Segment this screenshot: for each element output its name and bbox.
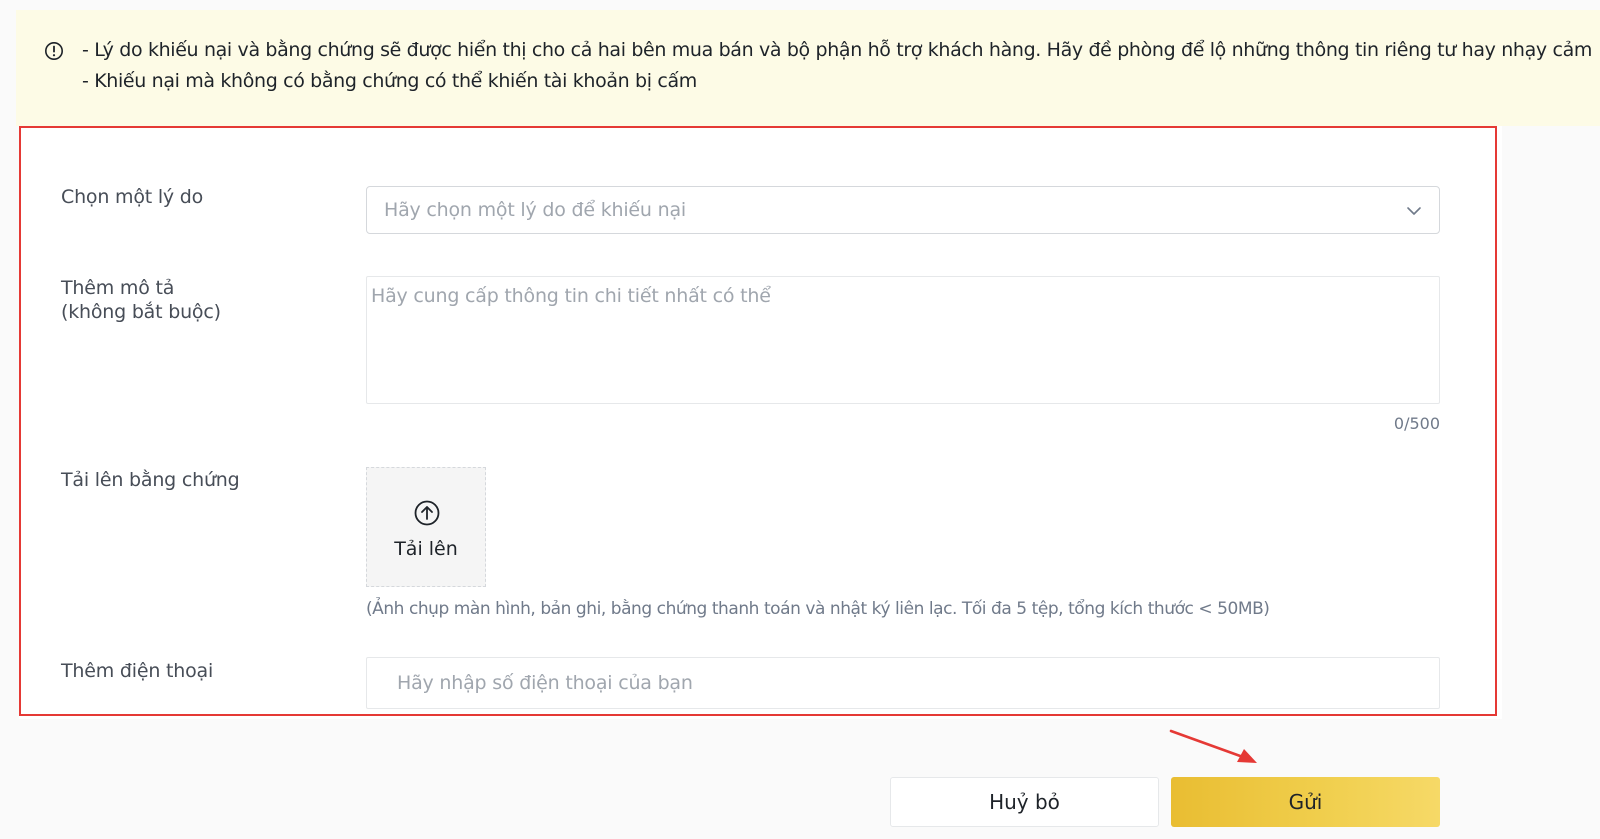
warning-banner	[16, 10, 1600, 126]
submit-button[interactable]: Gửi	[1171, 777, 1440, 827]
warning-text-line-2: - Khiếu nại mà không có bằng chứng có th…	[82, 70, 697, 92]
cancel-button[interactable]: Huỷ bỏ	[890, 777, 1159, 827]
info-circle-icon	[45, 42, 63, 60]
annotation-arrow-icon	[1169, 729, 1257, 763]
highlight-annotation-box	[19, 126, 1497, 716]
warning-text-line-1: - Lý do khiếu nại và bằng chứng sẽ được …	[82, 39, 1593, 61]
